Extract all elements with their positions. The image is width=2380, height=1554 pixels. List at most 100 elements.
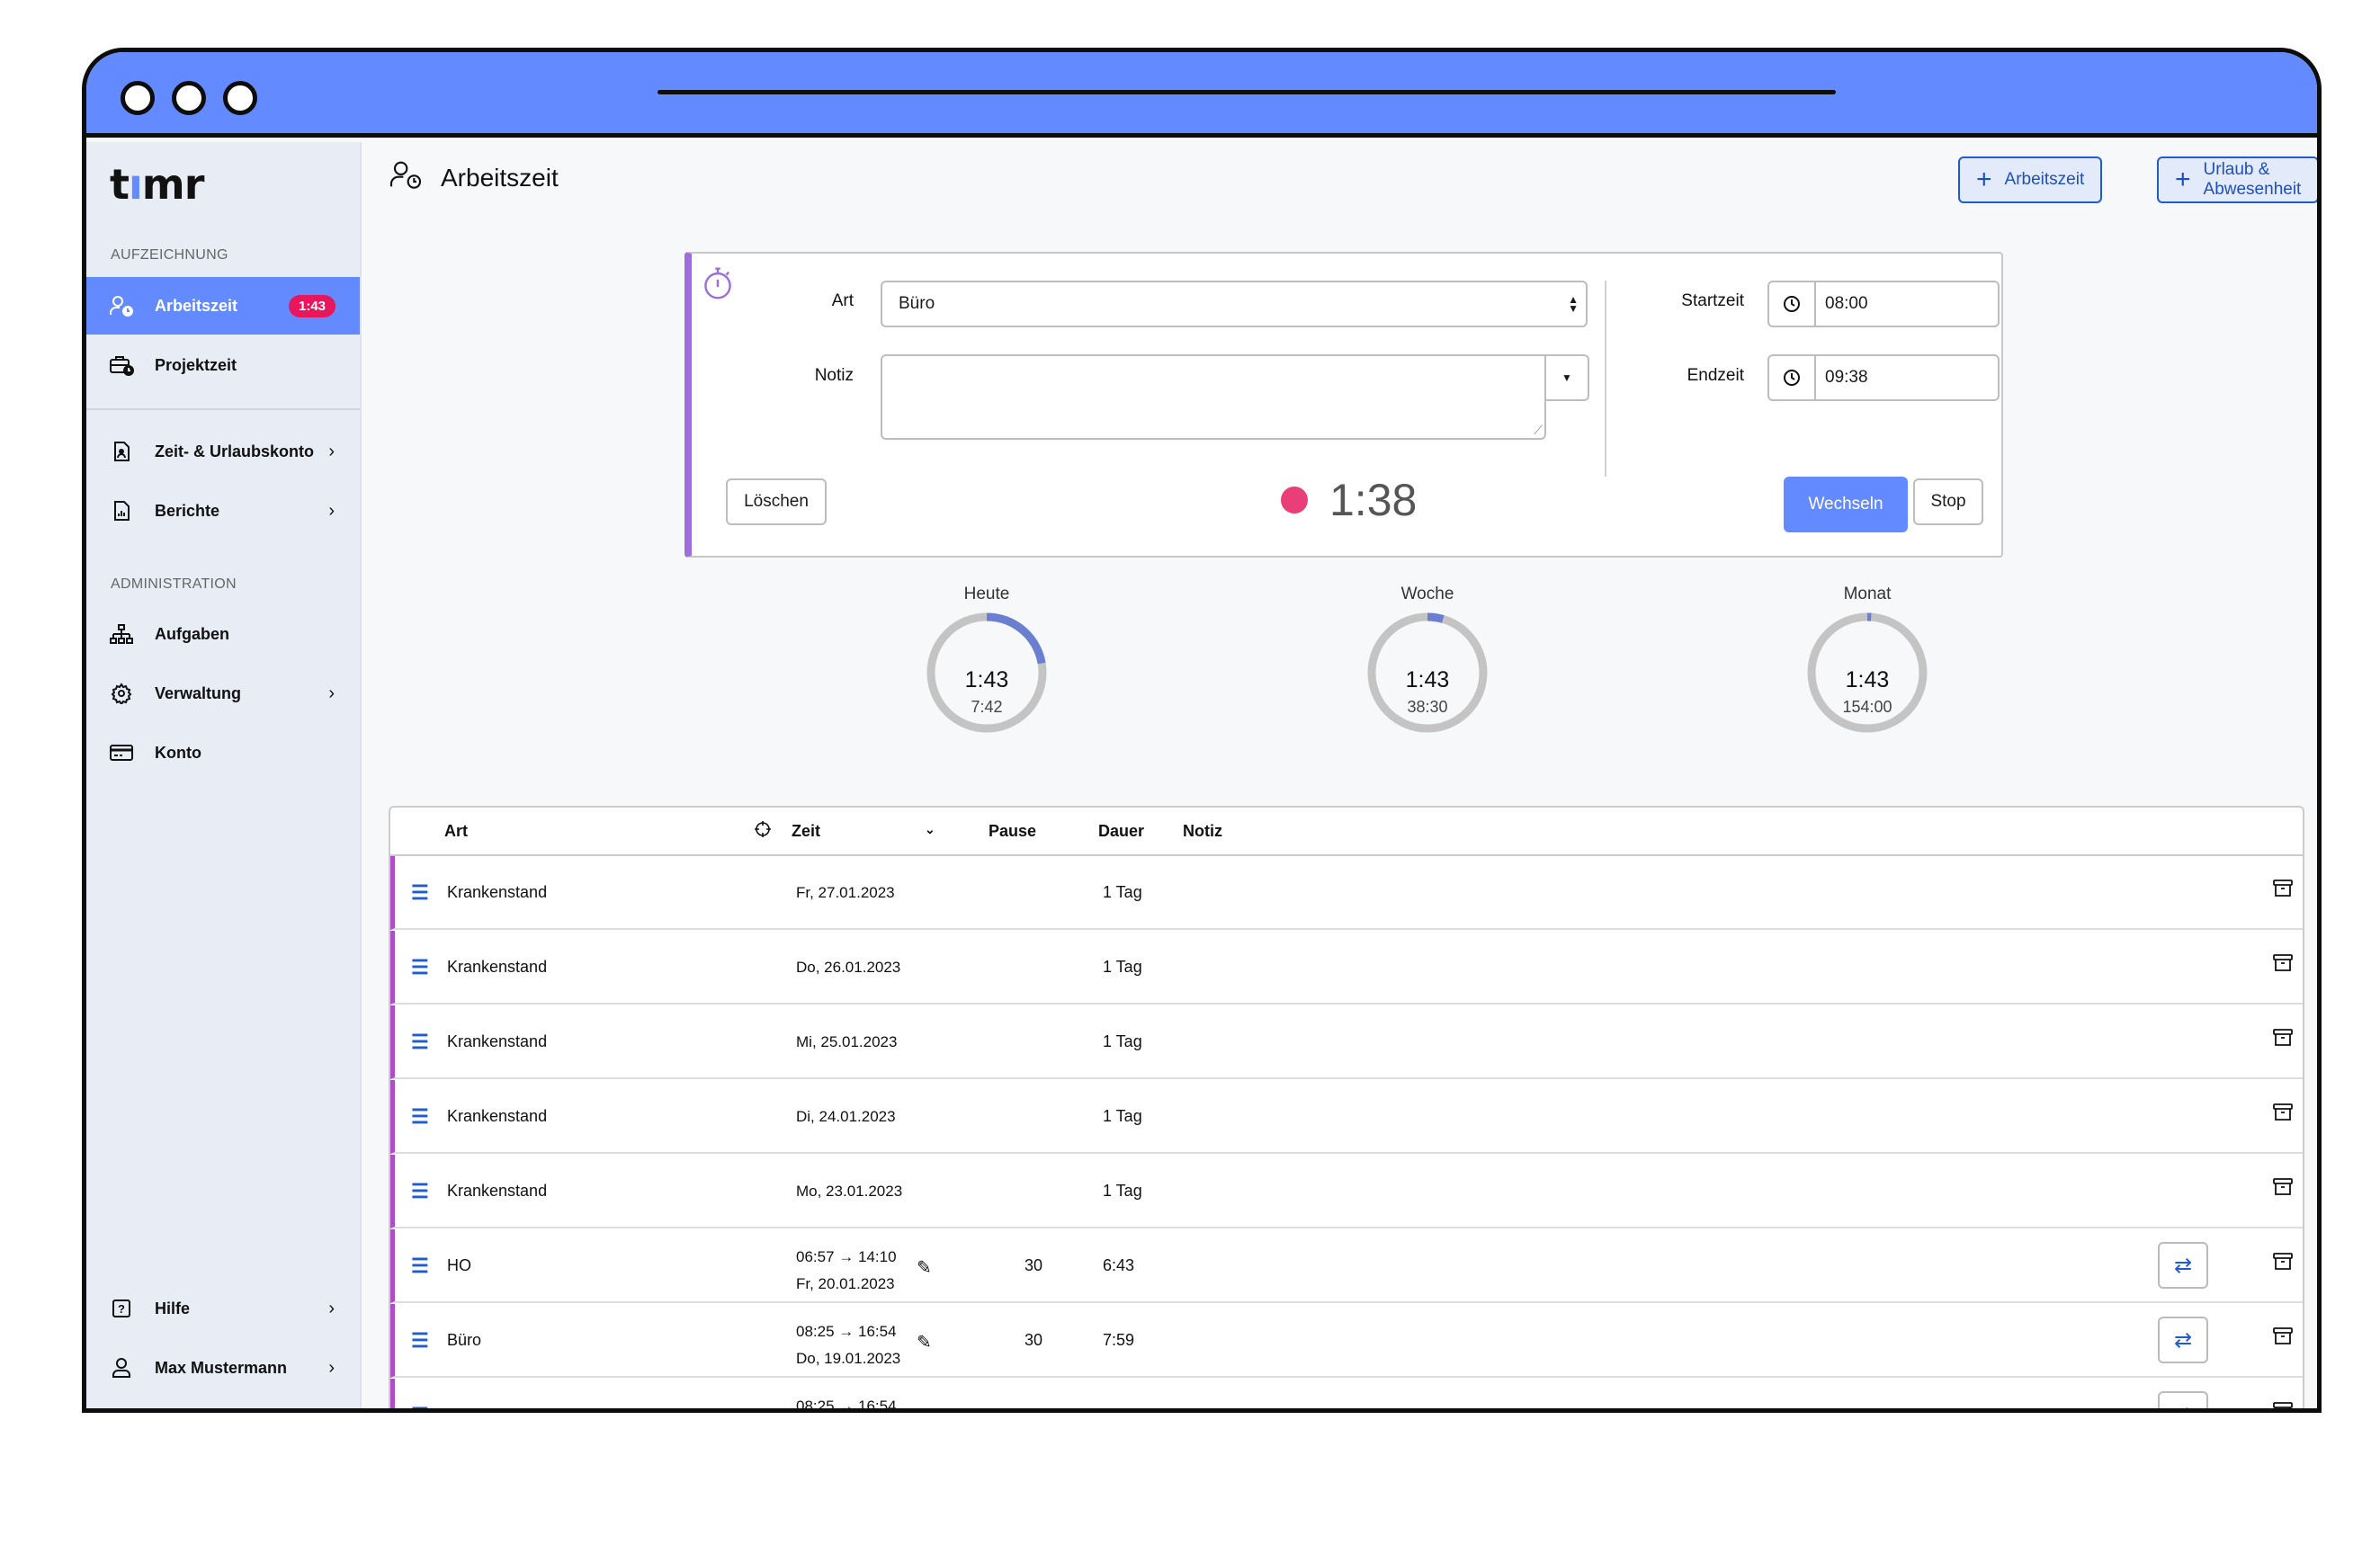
sidebar-item-aufgaben[interactable]: Aufgaben bbox=[86, 605, 360, 663]
resize-handle-icon[interactable]: ⟋ bbox=[1534, 423, 1543, 438]
crosshair-icon[interactable] bbox=[754, 820, 772, 843]
menu-icon[interactable]: ☰ bbox=[411, 1255, 429, 1278]
sidebar-item-user[interactable]: Max Mustermann › bbox=[86, 1339, 360, 1397]
credit-card-icon bbox=[108, 744, 135, 762]
address-bar[interactable] bbox=[658, 90, 1836, 94]
logo-text: mr bbox=[141, 160, 205, 209]
startzeit-label: Startzeit bbox=[1681, 291, 1744, 310]
chevron-right-icon: › bbox=[328, 683, 335, 703]
sidebar-item-zeit-urlaubskonto[interactable]: Zeit- & Urlaubskonto › bbox=[86, 423, 360, 480]
notiz-dropdown-button[interactable]: ▼ bbox=[1544, 354, 1589, 401]
menu-icon[interactable]: ☰ bbox=[411, 1031, 429, 1054]
archive-icon[interactable] bbox=[2273, 1103, 2293, 1126]
sidebar-item-arbeitszeit[interactable]: Arbeitszeit 1:43 bbox=[86, 277, 360, 335]
row-zeit: 06:57 → 14:10 Fr, 20.01.2023 bbox=[796, 1244, 897, 1298]
table-row[interactable]: ☰ Büro 08:25 → 16:54 Do, 19.01.2023 ✎ 30 ⇄ 7:59 bbox=[390, 1304, 2303, 1378]
swap-arrows-icon: ⇄ bbox=[2174, 1402, 2192, 1409]
menu-icon[interactable]: ☰ bbox=[411, 881, 429, 905]
endzeit-label: Endzeit bbox=[1687, 366, 1744, 385]
row-dauer: 1 Tag bbox=[1103, 958, 1142, 976]
window-minimize-button[interactable] bbox=[172, 81, 206, 115]
section-label-recording: AUFZEICHNUNG bbox=[111, 247, 228, 263]
table-row[interactable]: ☰ Krankenstand Do, 26.01.2023 1 Tag bbox=[390, 931, 2303, 1005]
window-close-button[interactable] bbox=[121, 81, 155, 115]
table-row[interactable]: ☰ Büro 08:25 → 16:54Mi, 18.01.2023 ✎ 30 ⇄ 7:59 bbox=[390, 1379, 2303, 1409]
gauge-progress-arc bbox=[1427, 612, 1445, 623]
add-arbeitszeit-button[interactable]: + Arbeitszeit bbox=[1958, 156, 2103, 203]
notiz-textarea[interactable]: ⟋ bbox=[881, 354, 1546, 440]
switch-button[interactable]: ⇄ bbox=[2158, 1242, 2208, 1289]
row-time-range: 08:25 → 16:54 bbox=[796, 1323, 897, 1340]
endzeit-input[interactable]: 09:38 bbox=[1767, 354, 2000, 401]
switch-button[interactable]: ⇄ bbox=[2158, 1391, 2208, 1409]
archive-icon[interactable] bbox=[2273, 1029, 2293, 1051]
row-art: Krankenstand bbox=[447, 883, 548, 901]
wechseln-button[interactable]: Wechseln bbox=[1784, 477, 1908, 532]
row-dauer: 1 Tag bbox=[1103, 883, 1142, 901]
row-date: Fr, 20.01.2023 bbox=[796, 1275, 895, 1292]
menu-icon[interactable]: ☰ bbox=[411, 1329, 429, 1353]
menu-icon[interactable]: ☰ bbox=[411, 1105, 429, 1129]
archive-icon[interactable] bbox=[2273, 880, 2293, 902]
column-header-notiz[interactable]: Notiz bbox=[1183, 822, 1222, 841]
entries-table: Art Zeit ⌄ Pause Dauer Notiz ☰ Krankensta… bbox=[389, 806, 2304, 1409]
sort-chevron-icon[interactable]: ⌄ bbox=[925, 822, 935, 837]
gauge-label: Heute bbox=[963, 585, 1010, 603]
menu-icon[interactable]: ☰ bbox=[411, 1404, 429, 1408]
sidebar-item-verwaltung[interactable]: Verwaltung › bbox=[86, 665, 360, 722]
table-row[interactable]: ☰ Krankenstand Mo, 23.01.2023 1 Tag bbox=[390, 1155, 2303, 1228]
sidebar-item-label: Berichte bbox=[155, 501, 220, 520]
row-dauer: 6:43 bbox=[1103, 1256, 1135, 1274]
archive-icon[interactable] bbox=[2273, 954, 2293, 977]
timr-logo[interactable]: tımr bbox=[110, 160, 205, 209]
archive-icon[interactable] bbox=[2273, 1327, 2293, 1350]
menu-icon[interactable]: ☰ bbox=[411, 956, 429, 979]
row-date: Mo, 23.01.2023 bbox=[796, 1183, 903, 1200]
pencil-icon[interactable]: ✎ bbox=[917, 1331, 932, 1353]
window-maximize-button[interactable] bbox=[223, 81, 257, 115]
sidebar-item-hilfe[interactable]: ? Hilfe › bbox=[86, 1280, 360, 1337]
table-row[interactable]: ☰ Krankenstand Di, 24.01.2023 1 Tag bbox=[390, 1080, 2303, 1154]
table-row[interactable]: ☰ Krankenstand Fr, 27.01.2023 1 Tag bbox=[390, 856, 2303, 930]
row-art: Büro bbox=[447, 1331, 482, 1349]
add-urlaub-button[interactable]: + Urlaub & Abwesenheit bbox=[2157, 156, 2317, 203]
stop-button[interactable]: Stop bbox=[1913, 478, 1983, 525]
browser-chrome bbox=[86, 52, 2317, 138]
archive-icon[interactable] bbox=[2273, 1178, 2293, 1201]
sidebar-item-label: Max Mustermann bbox=[155, 1358, 288, 1377]
table-row[interactable]: ☰ Krankenstand Mi, 25.01.2023 1 Tag bbox=[390, 1005, 2303, 1079]
sidebar-item-label: Arbeitszeit bbox=[155, 296, 238, 315]
section-label-admin: ADMINISTRATION bbox=[111, 576, 237, 592]
sidebar-item-label: Zeit- & Urlaubskonto bbox=[155, 442, 315, 460]
gauge-label: Monat bbox=[1843, 585, 1892, 603]
startzeit-value: 08:00 bbox=[1825, 294, 1868, 313]
row-date: Di, 24.01.2023 bbox=[796, 1108, 896, 1125]
chevron-right-icon: › bbox=[328, 1298, 335, 1318]
sidebar-item-berichte[interactable]: Berichte › bbox=[86, 482, 360, 540]
row-art: HO bbox=[447, 1256, 471, 1274]
svg-text:?: ? bbox=[118, 1302, 125, 1316]
column-header-art[interactable]: Art bbox=[444, 822, 468, 841]
switch-button[interactable]: ⇄ bbox=[2158, 1317, 2208, 1363]
column-header-zeit[interactable]: Zeit bbox=[792, 822, 820, 841]
timer-card: Art Büro ▲ ▼ Notiz ⟋ ▼ Startzeit 08:00 En… bbox=[684, 252, 2003, 558]
table-row[interactable]: ☰ HO 06:57 → 14:10 Fr, 20.01.2023 ✎ 30 ⇄ 6:43 bbox=[390, 1229, 2303, 1303]
row-zeit: 08:25 → 16:54Mi, 18.01.2023 bbox=[796, 1393, 897, 1408]
archive-icon[interactable] bbox=[2273, 1402, 2293, 1408]
startzeit-input[interactable]: 08:00 bbox=[1767, 281, 2000, 327]
archive-icon[interactable] bbox=[2273, 1253, 2293, 1275]
art-select[interactable]: Büro ▲ ▼ bbox=[881, 281, 1588, 327]
sidebar-item-projektzeit[interactable]: Projektzeit bbox=[86, 336, 360, 394]
timer-badge: 1:43 bbox=[289, 294, 336, 317]
chevron-right-icon: › bbox=[328, 1357, 335, 1378]
sidebar-item-konto[interactable]: Konto bbox=[86, 724, 360, 781]
column-header-pause[interactable]: Pause bbox=[989, 822, 1036, 841]
loeschen-button[interactable]: Löschen bbox=[726, 478, 827, 525]
user-clock-icon bbox=[108, 295, 135, 317]
pencil-icon[interactable]: ✎ bbox=[917, 1256, 932, 1279]
endzeit-value: 09:38 bbox=[1825, 368, 1868, 387]
pencil-icon[interactable]: ✎ bbox=[917, 1406, 932, 1408]
user-icon bbox=[108, 1357, 135, 1379]
menu-icon[interactable]: ☰ bbox=[411, 1180, 429, 1203]
column-header-dauer[interactable]: Dauer bbox=[1098, 822, 1144, 841]
